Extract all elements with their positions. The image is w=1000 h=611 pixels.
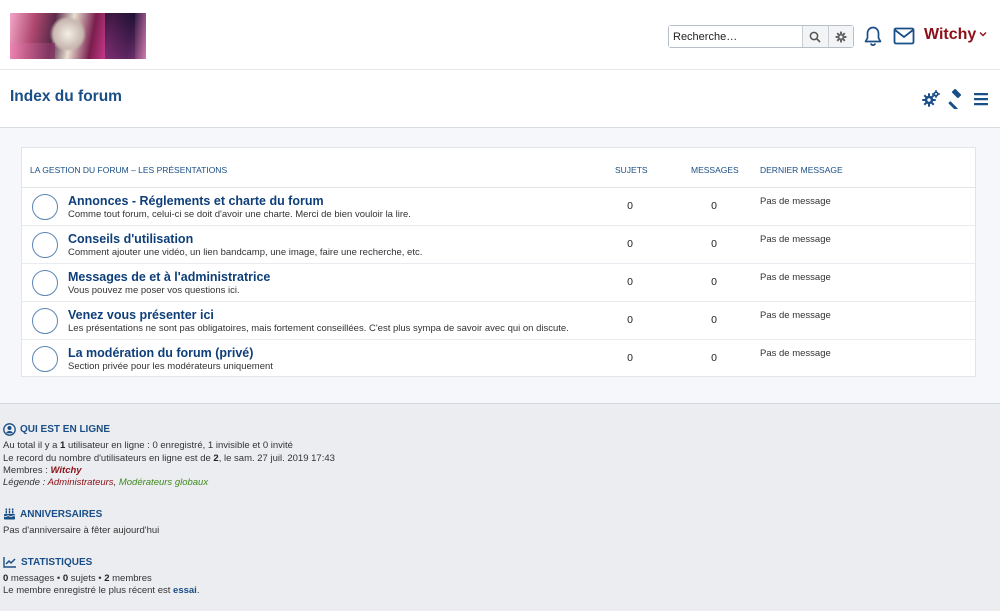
forum-description: Comme tout forum, celui-ci se doit d'avo… <box>68 209 411 220</box>
column-messages: Messages <box>691 165 739 175</box>
advanced-search-button[interactable] <box>827 26 853 47</box>
forum-description: Vous pouvez me poser vos questions ici. <box>68 285 240 296</box>
forum-topics-count: 0 <box>627 352 633 364</box>
forum-messages-count: 0 <box>711 314 717 326</box>
forum-read-icon <box>32 194 58 220</box>
who-is-online-title: Qui est en ligne <box>20 424 111 435</box>
user-menu[interactable]: Witchy <box>924 26 976 44</box>
column-last-message: Dernier message <box>760 165 843 175</box>
legend-global-moderators[interactable]: Modérateurs globaux <box>119 477 208 488</box>
search-input[interactable] <box>669 26 802 47</box>
forum-title-link[interactable]: Annonces - Réglements et charte du forum <box>68 194 324 208</box>
birthdays-heading: Anniversaires <box>3 508 102 520</box>
forum-last-message: Pas de message <box>760 234 831 245</box>
category-title[interactable]: La gestion du forum – Les présentations <box>30 165 227 175</box>
column-topics: Sujets <box>615 165 648 175</box>
statistics-heading: Statistiques <box>3 556 92 568</box>
birthday-cake-icon <box>3 508 16 520</box>
forum-read-icon <box>32 308 58 334</box>
forum-row: Annonces - Réglements et charte du forum… <box>22 188 975 226</box>
forum-row: Messages de et à l'administratrice Vous … <box>22 264 975 302</box>
forum-description: Section privée pour les modérateurs uniq… <box>68 361 273 372</box>
forum-row: Venez vous présenter ici Les présentatio… <box>22 302 975 340</box>
forum-messages-count: 0 <box>711 352 717 364</box>
forum-topics-count: 0 <box>627 276 633 288</box>
birthdays-title: Anniversaires <box>20 508 103 520</box>
user-circle-icon <box>3 423 16 436</box>
forum-row: La modération du forum (privé) Section p… <box>22 340 975 378</box>
online-total-line: Au total il y a 1 utilisateur en ligne :… <box>3 440 293 451</box>
forum-title-link[interactable]: Venez vous présenter ici <box>68 308 214 322</box>
chevron-down-icon[interactable] <box>978 29 988 39</box>
forum-description: Les présentations ne sont pas obligatoir… <box>68 323 569 334</box>
site-logo[interactable] <box>10 13 146 59</box>
forum-topics-count: 0 <box>627 314 633 326</box>
forum-topics-count: 0 <box>627 238 633 250</box>
newest-member-link[interactable]: essai <box>173 585 197 596</box>
settings-icon[interactable] <box>921 89 941 109</box>
forum-read-icon <box>32 270 58 296</box>
page-title[interactable]: Index du forum <box>10 88 122 106</box>
forum-description: Comment ajouter une vidéo, un lien bandc… <box>68 247 423 258</box>
who-is-online-heading[interactable]: Qui est en ligne <box>3 423 110 436</box>
bell-icon[interactable] <box>862 25 884 47</box>
forum-read-icon <box>32 346 58 372</box>
forum-last-message: Pas de message <box>760 272 831 283</box>
forum-last-message: Pas de message <box>760 310 831 321</box>
forum-read-icon <box>32 232 58 258</box>
gear-icon <box>835 31 847 42</box>
search-box <box>668 25 854 48</box>
forum-messages-count: 0 <box>711 238 717 250</box>
forum-messages-count: 0 <box>711 200 717 212</box>
forum-last-message: Pas de message <box>760 348 831 359</box>
online-record-line: Le record du nombre d'utilisateurs en li… <box>3 453 335 464</box>
forum-title-link[interactable]: Conseils d'utilisation <box>68 232 193 246</box>
page-title-bar: Index du forum <box>0 70 1000 128</box>
newest-member-line: Le membre enregistré le plus récent est … <box>3 585 200 596</box>
birthdays-text: Pas d'anniversaire à fêter aujourd'hui <box>3 525 160 536</box>
forum-topics-count: 0 <box>627 200 633 212</box>
forum-category: La gestion du forum – Les présentations … <box>21 147 976 377</box>
forum-messages-count: 0 <box>711 276 717 288</box>
search-button[interactable] <box>802 26 828 47</box>
moderation-hammer-icon[interactable] <box>946 89 966 109</box>
statistics-title: Statistiques <box>21 556 93 568</box>
forum-title-link[interactable]: La modération du forum (privé) <box>68 346 253 360</box>
forum-stats-panel: Qui est en ligne Au total il y a 1 utili… <box>0 403 1000 611</box>
forum-header: La gestion du forum – Les présentations … <box>22 148 975 188</box>
forum-last-message: Pas de message <box>760 196 831 207</box>
online-members-line: Membres : Witchy <box>3 465 82 476</box>
site-header: Witchy <box>0 0 1000 70</box>
online-member-link[interactable]: Witchy <box>51 465 82 476</box>
line-chart-icon <box>3 557 16 568</box>
legend-administrators[interactable]: Administrateurs <box>48 477 114 488</box>
legend-line: Légende : Administrateurs, Modérateurs g… <box>3 477 209 488</box>
forum-title-link[interactable]: Messages de et à l'administratrice <box>68 270 270 284</box>
forum-row: Conseils d'utilisation Comment ajouter u… <box>22 226 975 264</box>
menu-icon[interactable] <box>971 89 991 109</box>
statistics-counts-line: 0 messages • 0 sujets • 2 membres <box>3 573 152 584</box>
search-icon <box>809 31 821 43</box>
envelope-icon[interactable] <box>893 27 915 45</box>
